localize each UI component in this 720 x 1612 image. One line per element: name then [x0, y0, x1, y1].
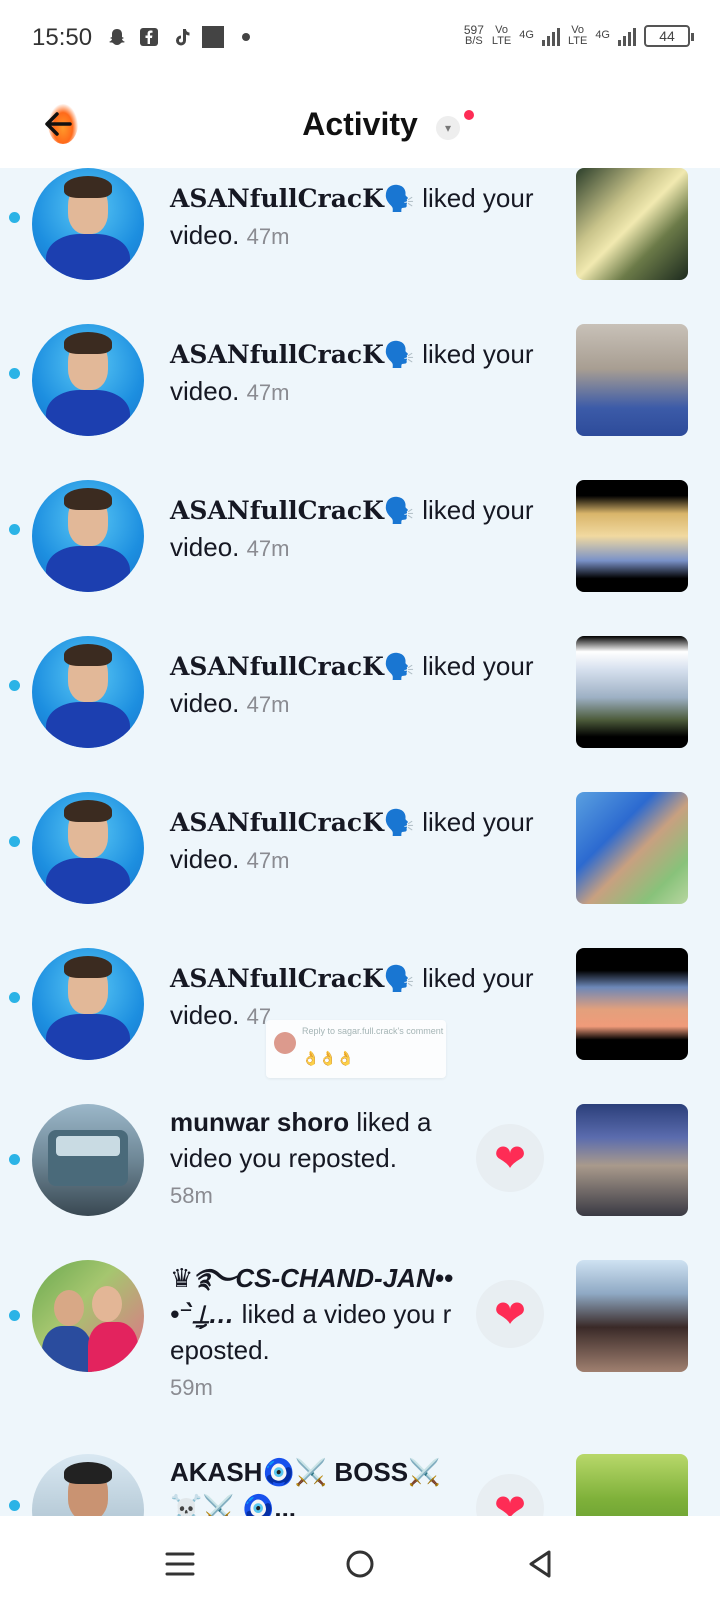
snapchat-icon: [106, 26, 128, 48]
username[interactable]: ASANfullCracK🗣️: [170, 808, 415, 837]
activity-row[interactable]: ASANfullCracK🗣️ liked your video. 47m: [0, 168, 720, 324]
popup-text: Reply to sagar.full.crack's comment: [302, 1026, 444, 1036]
avatar[interactable]: [32, 1454, 144, 1516]
network-speed: 597 B/S: [463, 23, 484, 47]
unread-dot: [9, 992, 20, 1003]
timestamp: 47m: [246, 380, 290, 405]
app-header: Activity ▾: [0, 80, 720, 168]
status-bar: 15:50 597 B/S Vo LTE 4G Vo LTE 4G 44: [0, 0, 720, 80]
recents-button[interactable]: [156, 1540, 204, 1588]
tiktok-icon: [170, 26, 192, 48]
avatar[interactable]: [32, 792, 144, 904]
avatar[interactable]: [32, 168, 144, 280]
avatar[interactable]: [32, 636, 144, 748]
heart-icon: ❤: [494, 1487, 526, 1517]
activity-row[interactable]: munwar shoro liked a video you reposted.…: [0, 1104, 720, 1260]
avatar[interactable]: [32, 948, 144, 1060]
popup-emoji: 👌👌👌: [302, 1050, 355, 1066]
signal-icon: [618, 26, 636, 46]
home-button[interactable]: [336, 1540, 384, 1588]
system-nav-bar: [0, 1516, 720, 1612]
activity-row[interactable]: ASANfullCracK🗣️ liked your video. 47m: [0, 324, 720, 480]
username[interactable]: ASANfullCracK🗣️: [170, 184, 415, 213]
video-thumbnail[interactable]: [576, 1104, 688, 1216]
home-icon: [346, 1550, 374, 1578]
network-gen-1: 4G: [519, 29, 534, 41]
timestamp: 59m: [170, 1375, 213, 1400]
unread-dot: [9, 212, 20, 223]
facebook-icon: [138, 26, 160, 48]
avatar: [274, 1032, 296, 1054]
page-title[interactable]: Activity: [0, 106, 720, 143]
video-thumbnail[interactable]: [576, 168, 688, 280]
username[interactable]: ASANfullCracK🗣️: [170, 964, 415, 993]
volte-badge-2: Vo LTE: [567, 23, 588, 47]
activity-feed[interactable]: ASANfullCracK🗣️ liked your video. 47m AS…: [0, 168, 720, 1516]
username[interactable]: munwar shoro: [170, 1107, 349, 1137]
timestamp: 58m: [170, 1183, 213, 1208]
avatar[interactable]: [32, 1104, 144, 1216]
timestamp: 47m: [246, 536, 290, 561]
avatar[interactable]: [32, 480, 144, 592]
volte-badge-1: Vo LTE: [491, 23, 512, 47]
username[interactable]: ASANfullCracK🗣️: [170, 652, 415, 681]
like-back-button[interactable]: ❤: [476, 1474, 544, 1516]
nav-back-button[interactable]: [516, 1540, 564, 1588]
activity-text: ASANfullCracK🗣️ liked your video. 47m: [170, 180, 540, 255]
activity-text: AKASH🧿⚔️ BOSS⚔️ ☠️⚔️ 🧿...: [170, 1454, 460, 1516]
timestamp: 47m: [246, 848, 290, 873]
system-status: 597 B/S Vo LTE 4G Vo LTE 4G 44: [463, 23, 694, 47]
unread-dot: [9, 368, 20, 379]
timestamp: 47m: [246, 692, 290, 717]
unread-dot: [9, 836, 20, 847]
video-thumbnail[interactable]: [576, 1260, 688, 1372]
video-thumbnail[interactable]: [576, 636, 688, 748]
signal-icon: [541, 26, 560, 46]
video-thumbnail[interactable]: [576, 480, 688, 592]
network-gen-2: 4G: [595, 29, 610, 41]
activity-row[interactable]: ASANfullCracK🗣️ liked your video. 47m: [0, 792, 720, 948]
activity-text: ASANfullCracK🗣️ liked your video. 47m: [170, 336, 540, 411]
unread-dot: [9, 524, 20, 535]
avatar[interactable]: [32, 1260, 144, 1372]
unread-dot: [9, 1154, 20, 1165]
back-icon: [529, 1550, 551, 1578]
heart-icon: ❤: [494, 1137, 526, 1180]
video-thumbnail[interactable]: [576, 1454, 688, 1516]
unread-dot: [9, 1500, 20, 1511]
recents-icon: [165, 1552, 195, 1576]
like-back-button[interactable]: ❤: [476, 1124, 544, 1192]
username[interactable]: AKASH🧿⚔️ BOSS⚔️ ☠️⚔️ 🧿...: [170, 1457, 440, 1516]
activity-text: ASANfullCracK🗣️ liked your video. 47m: [170, 804, 540, 879]
reply-popup: Reply to sagar.full.crack's comment 👌👌👌: [266, 1020, 446, 1078]
notification-dot: [464, 110, 474, 120]
unread-dot: [9, 1310, 20, 1321]
like-back-button[interactable]: ❤: [476, 1280, 544, 1348]
activity-row[interactable]: ASANfullCracK🗣️ liked your video. 47m: [0, 636, 720, 792]
activity-text: munwar shoro liked a video you reposted.…: [170, 1104, 460, 1214]
video-thumbnail[interactable]: [576, 948, 688, 1060]
unread-dot: [9, 680, 20, 691]
username[interactable]: ASANfullCracK🗣️: [170, 496, 415, 525]
activity-text: ASANfullCracK🗣️ liked your video. 47m: [170, 648, 540, 723]
activity-row[interactable]: ASANfullCracK🗣️ liked your video. 47m: [0, 480, 720, 636]
timestamp: 47m: [246, 224, 290, 249]
username[interactable]: ASANfullCracK🗣️: [170, 340, 415, 369]
dot-icon: [242, 33, 250, 41]
status-time: 15:50: [32, 24, 93, 51]
activity-text: ♛࿐CS-CHAND-JAN•••⁻̀⍊̗… liked a video you…: [170, 1260, 460, 1406]
activity-row[interactable]: AKASH🧿⚔️ BOSS⚔️ ☠️⚔️ 🧿... ❤: [0, 1454, 720, 1516]
activity-text: ASANfullCracK🗣️ liked your video. 47m: [170, 492, 540, 567]
video-thumbnail[interactable]: [576, 324, 688, 436]
video-thumbnail[interactable]: [576, 792, 688, 904]
notification-icons: [106, 26, 250, 48]
gallery-icon: [202, 26, 224, 48]
activity-row[interactable]: ♛࿐CS-CHAND-JAN•••⁻̀⍊̗… liked a video you…: [0, 1260, 720, 1440]
battery-icon: 44: [644, 24, 694, 47]
avatar[interactable]: [32, 324, 144, 436]
chevron-down-icon[interactable]: ▾: [436, 116, 460, 140]
heart-icon: ❤: [494, 1293, 526, 1336]
